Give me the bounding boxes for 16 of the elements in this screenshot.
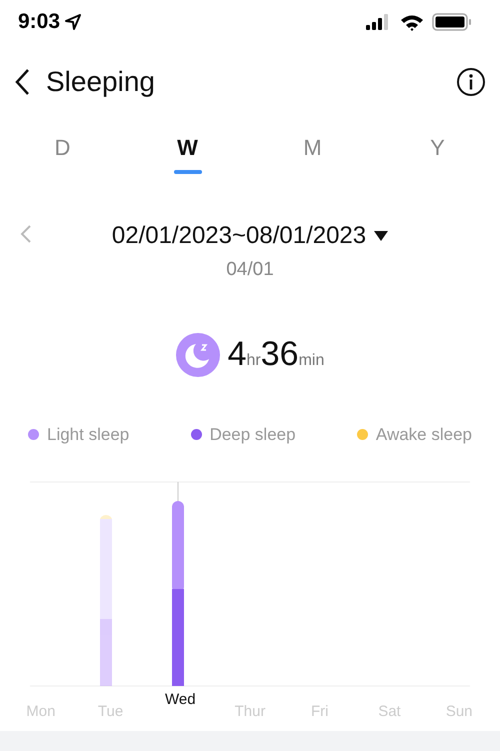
sleep-minutes: 36 [260,336,299,370]
hours-unit: hr [246,350,261,370]
period-tab[interactable]: M [250,131,375,174]
legend-label: Deep sleep [210,424,296,446]
legend-label: Awake sleep [376,424,472,446]
period-tab[interactable]: Y [375,131,500,174]
date-range[interactable]: 02/01/2023~08/01/2023 [112,218,366,254]
day-label[interactable]: Wed [145,688,216,711]
selected-date: 04/01 [226,259,274,280]
minutes-unit: min [298,350,324,370]
page-title: Sleeping [46,65,155,99]
period-tab[interactable]: D [0,131,125,174]
sleep-hours: 4 [228,336,247,370]
legend-label: Light sleep [47,424,130,446]
period-tab[interactable]: W [125,131,250,174]
status-time: 9:03 [18,9,60,36]
